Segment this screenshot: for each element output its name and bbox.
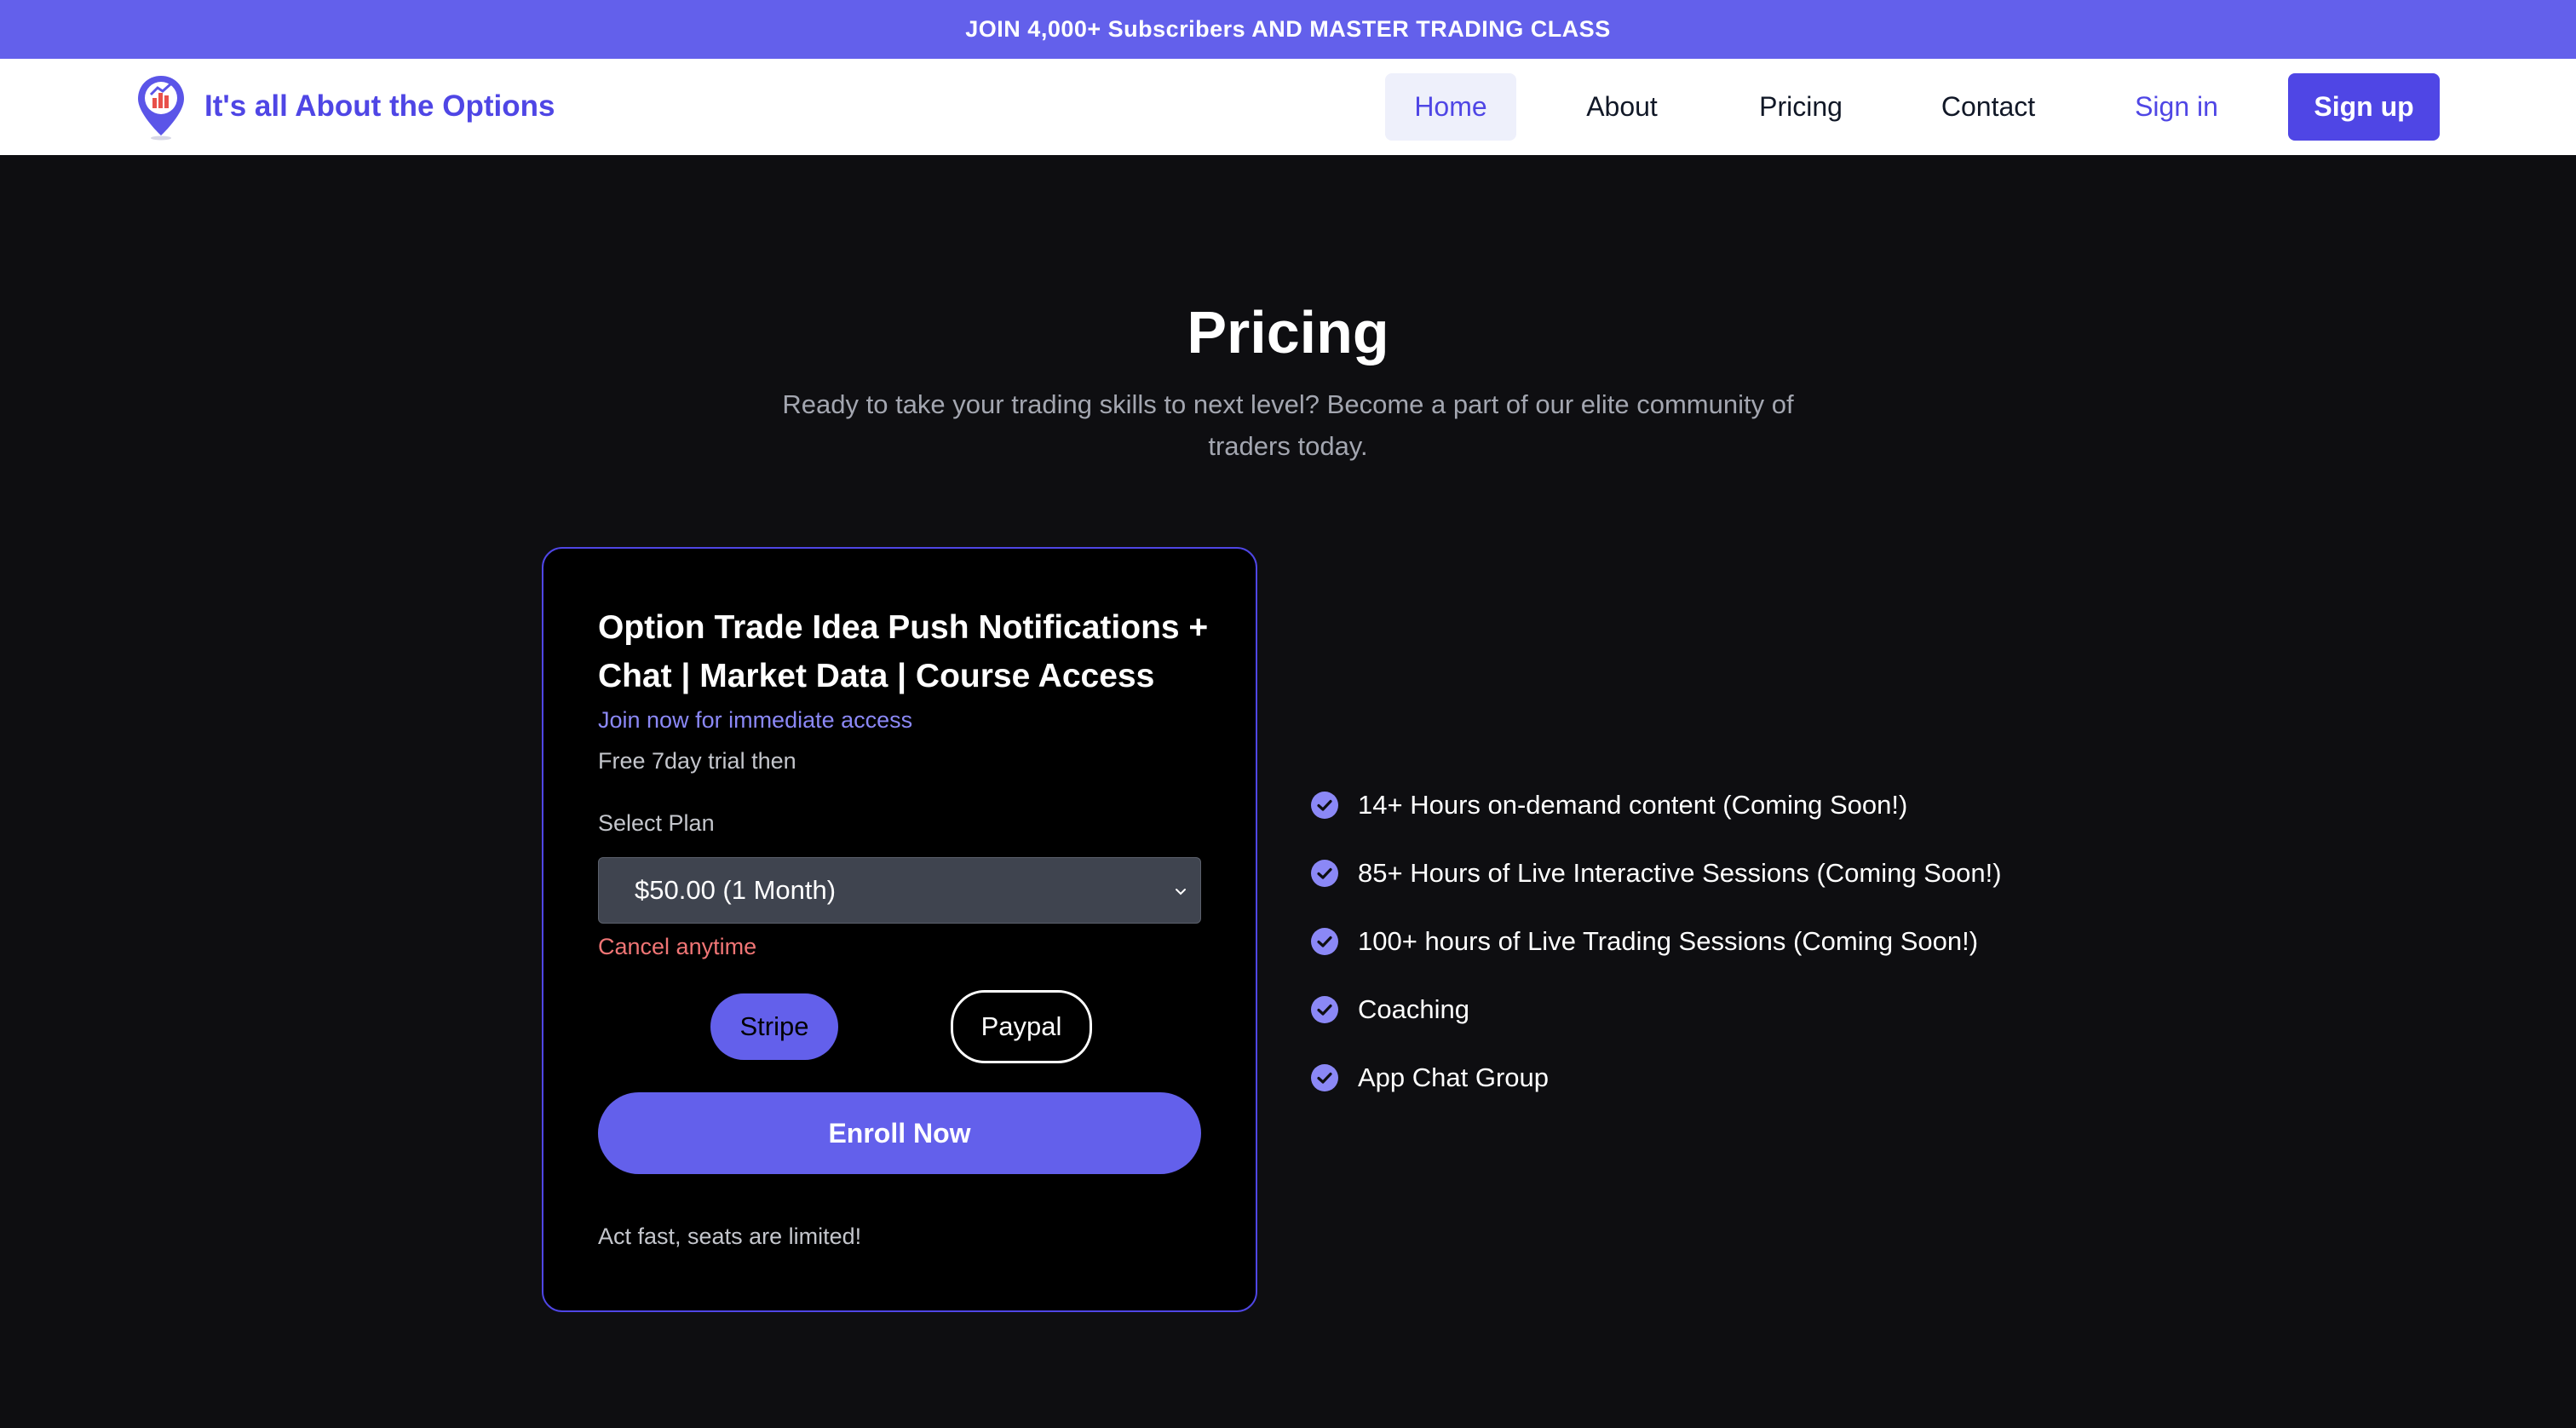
chevron-down-icon <box>1176 889 1186 895</box>
check-circle-icon <box>1311 928 1338 955</box>
feature-item: 14+ Hours on-demand content (Coming Soon… <box>1310 771 2002 839</box>
sign-in-link[interactable]: Sign in <box>2113 73 2240 141</box>
nav-pricing[interactable]: Pricing <box>1733 73 1869 141</box>
enroll-now-button[interactable]: Enroll Now <box>598 1092 1201 1174</box>
check-circle-icon <box>1311 860 1338 887</box>
seats-limited-note: Act fast, seats are limited! <box>598 1224 862 1249</box>
plan-title: Option Trade Idea Push Notifications + C… <box>598 609 1209 694</box>
feature-item: 85+ Hours of Live Interactive Sessions (… <box>1310 839 2002 907</box>
select-plan-label: Select Plan <box>598 810 715 836</box>
feature-text: Coaching <box>1358 994 1469 1024</box>
promo-banner-text: JOIN 4,000+ Subscribers AND MASTER TRADI… <box>965 16 1611 42</box>
check-circle-icon <box>1311 996 1338 1023</box>
promo-banner: JOIN 4,000+ Subscribers AND MASTER TRADI… <box>0 0 2576 59</box>
stripe-button[interactable]: Stripe <box>710 993 838 1060</box>
brand-link[interactable]: It's all About the Options <box>135 72 555 141</box>
check-circle-icon <box>1311 792 1338 819</box>
top-navbar: It's all About the Options Home About Pr… <box>0 59 2576 155</box>
check-circle-icon <box>1311 1064 1338 1091</box>
brand-name: It's all About the Options <box>204 89 555 123</box>
plan-tagline: Join now for immediate access <box>598 707 913 733</box>
map-pin-chart-icon <box>138 76 184 141</box>
sign-up-button[interactable]: Sign up <box>2288 73 2440 141</box>
feature-text: App Chat Group <box>1358 1062 1550 1092</box>
feature-text: 100+ hours of Live Trading Sessions (Com… <box>1358 926 1979 956</box>
nav-about[interactable]: About <box>1554 73 1690 141</box>
page-title: Pricing <box>1187 299 1389 366</box>
feature-list: 14+ Hours on-demand content (Coming Soon… <box>1310 771 2002 1112</box>
feature-text: 14+ Hours on-demand content (Coming Soon… <box>1358 790 1908 820</box>
trial-note: Free 7day trial then <box>598 748 796 774</box>
plan-select-value: $50.00 (1 Month) <box>635 875 837 905</box>
cancel-anytime-note: Cancel anytime <box>598 934 757 959</box>
feature-item: App Chat Group <box>1310 1044 2002 1112</box>
nav-home[interactable]: Home <box>1385 73 1516 141</box>
page-subtitle: Ready to take your trading skills to nex… <box>782 389 1794 461</box>
feature-item: 100+ hours of Live Trading Sessions (Com… <box>1310 907 2002 976</box>
feature-text: 85+ Hours of Live Interactive Sessions (… <box>1358 858 2002 888</box>
plan-select[interactable]: $50.00 (1 Month) <box>598 857 1201 924</box>
feature-item: Coaching <box>1310 976 2002 1044</box>
pricing-card: Option Trade Idea Push Notifications + C… <box>542 547 1257 1312</box>
nav-contact[interactable]: Contact <box>1920 73 2056 141</box>
paypal-button[interactable]: Paypal <box>951 990 1092 1063</box>
